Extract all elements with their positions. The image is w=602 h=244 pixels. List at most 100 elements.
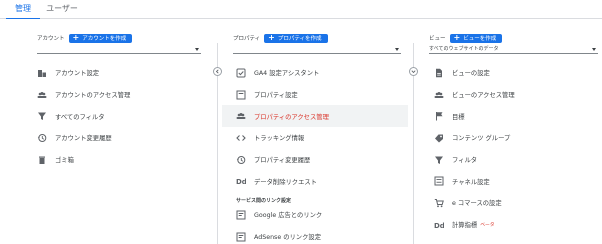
account-label: アカウント (37, 36, 65, 42)
menu-item-label: 計算指標 (452, 222, 478, 230)
account-header: アカウント + アカウントを作成 (37, 33, 133, 43)
filter-icon (434, 155, 444, 165)
chevron-down-icon (395, 48, 399, 51)
beta-badge: ベータ (480, 223, 495, 229)
menu-item-google-ads-linking[interactable]: Google 広告とのリンク (222, 204, 408, 226)
menu-item-data-deletion-requests[interactable]: Dd データ削除リクエスト (222, 170, 408, 192)
view-select-value: すべてのウェブサイトのデータ (429, 46, 499, 52)
collapse-account-toggle[interactable] (213, 67, 222, 76)
history-icon (37, 133, 47, 143)
filter-icon (37, 111, 47, 121)
section-title-product-linking: サービス間のリンク設定 (236, 198, 292, 205)
tab-user[interactable]: ユーザー (43, 0, 81, 19)
people-icon (236, 111, 246, 121)
tab-admin[interactable]: 管理 (6, 0, 40, 20)
plus-icon: + (268, 33, 275, 42)
cart-icon (434, 198, 444, 208)
menu-item-label: Google 広告とのリンク (254, 212, 323, 220)
view-column: ビュー + ビューを作成 すべてのウェブサイトのデータ ビューの設定 ビューのア… (416, 19, 602, 244)
flag-icon (434, 111, 444, 121)
menu-item-label: ゴミ箱 (55, 157, 74, 165)
view-header: ビュー + ビューを作成 (429, 33, 503, 43)
menu-item-view-settings[interactable]: ビューの設定 (416, 62, 602, 84)
menu-item-property-change-history[interactable]: プロパティ変更履歴 (222, 149, 408, 171)
property-label: プロパティ (233, 36, 261, 42)
menu-item-label: GA4 設定アシスタント (254, 70, 320, 78)
view-select[interactable]: すべてのウェブサイトのデータ (429, 45, 598, 54)
menu-item-goals[interactable]: 目標 (416, 105, 602, 127)
menu-item-calculated-metrics[interactable]: Dd 計算指標 ベータ (416, 214, 602, 236)
property-column: プロパティ + プロパティを作成 GA4 設定アシスタント プロパティ設定 プロ… (222, 19, 408, 244)
property-header: プロパティ + プロパティを作成 (233, 33, 328, 43)
menu-item-trash[interactable]: ゴミ箱 (37, 149, 213, 171)
menu-item-label: プロパティのアクセス管理 (254, 113, 329, 121)
chevron-down-icon (195, 48, 199, 51)
menu-item-label: プロパティ変更履歴 (254, 157, 311, 165)
menu-item-label: アカウント変更履歴 (55, 135, 112, 143)
menu-item-label: すべてのフィルタ (55, 113, 105, 121)
checkbox-icon (236, 68, 246, 78)
menu-item-account-settings[interactable]: アカウント設定 (37, 62, 213, 84)
menu-item-label: e コマースの設定 (452, 200, 502, 208)
code-icon (236, 133, 246, 143)
create-property-button[interactable]: + プロパティを作成 (264, 33, 328, 43)
create-account-label: アカウントを作成 (82, 36, 127, 42)
content-group-icon (434, 133, 444, 143)
channel-settings-icon (434, 176, 444, 186)
admin-panel: アカウント + アカウントを作成 アカウント設定 アカウントのアクセス管理 すべ… (0, 19, 602, 244)
property-menu: GA4 設定アシスタント プロパティ設定 プロパティのアクセス管理 トラッキング… (222, 62, 408, 244)
menu-item-account-access[interactable]: アカウントのアクセス管理 (37, 84, 213, 106)
menu-item-adsense-linking[interactable]: AdSense のリンク設定 (222, 226, 408, 244)
menu-item-account-change-history[interactable]: アカウント変更履歴 (37, 127, 213, 149)
menu-item-label: フィルタ (452, 157, 478, 165)
create-property-label: プロパティを作成 (277, 36, 322, 42)
property-select[interactable] (233, 45, 401, 54)
top-tab-bar: 管理 ユーザー (0, 0, 602, 20)
menu-item-label: ビューの設定 (452, 70, 490, 78)
property-settings-icon (236, 90, 246, 100)
menu-item-label: ビューのアクセス管理 (452, 92, 515, 100)
menu-item-label: コンテンツ グループ (452, 135, 511, 143)
google-ads-icon (236, 210, 246, 220)
trash-icon (37, 155, 47, 165)
menu-item-label: AdSense のリンク設定 (254, 234, 321, 242)
history-icon (236, 155, 246, 165)
view-menu: ビューの設定 ビューのアクセス管理 目標 コンテンツ グループ フィルタ チャネ… (416, 62, 602, 236)
menu-item-tracking-info[interactable]: トラッキング情報 (222, 127, 408, 149)
account-select[interactable] (37, 45, 201, 54)
menu-item-filters[interactable]: フィルタ (416, 149, 602, 171)
plus-icon: + (72, 33, 80, 42)
create-account-button[interactable]: + アカウントを作成 (68, 33, 133, 43)
menu-item-label: アカウント設定 (55, 70, 100, 78)
menu-item-label: 目標 (452, 113, 465, 121)
menu-item-ga4-setup-assistant[interactable]: GA4 設定アシスタント (222, 62, 408, 84)
account-column: アカウント + アカウントを作成 アカウント設定 アカウントのアクセス管理 すべ… (0, 19, 213, 244)
adsense-icon (236, 232, 246, 242)
menu-item-channel-settings[interactable]: チャネル設定 (416, 170, 602, 192)
dd-icon: Dd (434, 220, 444, 230)
document-icon (434, 68, 444, 78)
svg-text:Dd: Dd (236, 178, 246, 186)
chevron-down-icon (592, 48, 596, 51)
menu-item-label: チャネル設定 (452, 178, 490, 186)
create-view-button[interactable]: + ビューを作成 (449, 33, 503, 43)
svg-text:Dd: Dd (434, 221, 444, 229)
menu-item-property-settings[interactable]: プロパティ設定 (222, 84, 408, 106)
account-menu: アカウント設定 アカウントのアクセス管理 すべてのフィルタ アカウント変更履歴 … (37, 62, 213, 170)
menu-item-label: データ削除リクエスト (254, 178, 317, 186)
menu-item-view-access[interactable]: ビューのアクセス管理 (416, 84, 602, 106)
chevron-left-icon (215, 69, 219, 74)
menu-item-content-grouping[interactable]: コンテンツ グループ (416, 127, 602, 149)
menu-item-label: アカウントのアクセス管理 (55, 92, 131, 100)
menu-item-ecommerce-settings[interactable]: e コマースの設定 (416, 192, 602, 214)
menu-item-property-access[interactable]: プロパティのアクセス管理 (222, 105, 408, 128)
building-icon (37, 68, 47, 78)
view-label: ビュー (429, 36, 446, 42)
dd-icon: Dd (236, 176, 246, 186)
people-icon (37, 90, 47, 100)
menu-item-all-filters[interactable]: すべてのフィルタ (37, 105, 213, 127)
people-icon (434, 90, 444, 100)
menu-item-label: プロパティ設定 (254, 92, 298, 100)
plus-icon: + (453, 33, 461, 42)
create-view-label: ビューを作成 (463, 36, 497, 42)
